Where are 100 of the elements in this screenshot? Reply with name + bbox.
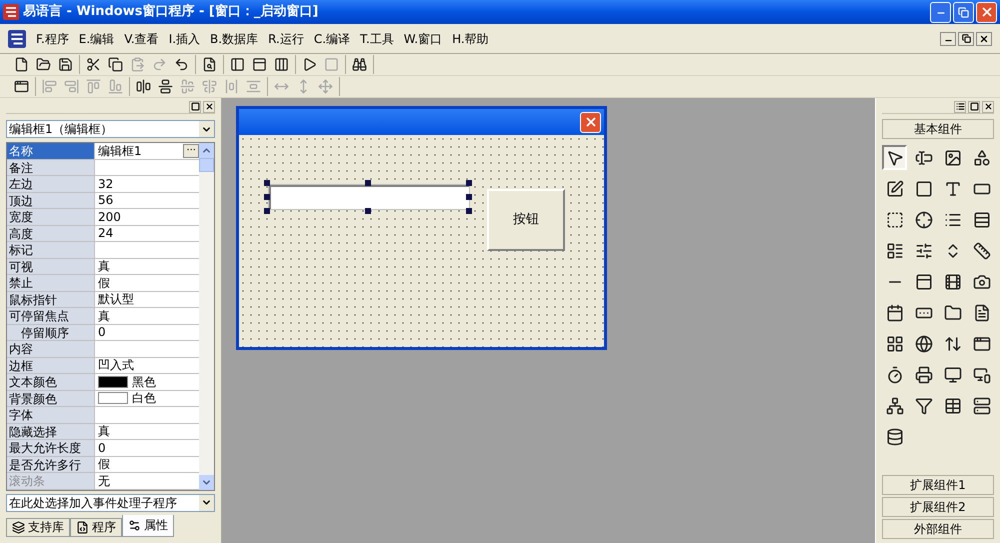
- scroll-up-icon[interactable]: [199, 143, 214, 158]
- selection-handle[interactable]: [365, 180, 371, 186]
- close-icon: [979, 34, 989, 44]
- group-button[interactable]: 基本组件: [882, 119, 994, 139]
- selection-handle[interactable]: [466, 208, 472, 214]
- panel-tab[interactable]: 程序: [70, 518, 122, 536]
- close-icon: [984, 102, 992, 111]
- property-name[interactable]: 可视: [7, 258, 95, 274]
- menu-item[interactable]: R.运行: [268, 30, 304, 48]
- menu-item[interactable]: F.程序: [36, 30, 69, 48]
- close-button[interactable]: [982, 100, 994, 112]
- property-name[interactable]: 背景颜色: [7, 390, 95, 406]
- tab-icon: [128, 518, 141, 532]
- center-horizontal-icon[interactable]: [134, 77, 153, 96]
- tab-icon: [12, 520, 25, 534]
- property-name[interactable]: 鼠标指针: [7, 292, 95, 307]
- event-select[interactable]: 在此处选择加入事件处理子程序: [6, 494, 215, 512]
- property-value: 假: [98, 456, 110, 474]
- property-value: 编辑框1: [98, 142, 142, 160]
- property-value: 真: [98, 308, 110, 325]
- property-value: 56: [98, 192, 114, 210]
- property-name[interactable]: 字体: [7, 407, 95, 422]
- selection-handle[interactable]: [365, 208, 371, 214]
- property-value: 无: [98, 472, 110, 490]
- menu-item[interactable]: E.编辑: [78, 30, 114, 48]
- close-icon: [584, 115, 598, 129]
- property-value: 真: [98, 258, 110, 276]
- maximize-icon: [190, 102, 200, 111]
- restore-icon: [962, 34, 970, 43]
- property-value: 假: [98, 274, 110, 292]
- minimize-button[interactable]: [940, 32, 956, 46]
- property-name[interactable]: 内容: [7, 341, 95, 356]
- menu-item[interactable]: B.数据库: [210, 30, 258, 48]
- selection-handle[interactable]: [264, 208, 270, 214]
- property-value: 0: [98, 440, 106, 457]
- property-name[interactable]: 名称: [7, 143, 95, 158]
- property-name[interactable]: 禁止: [7, 275, 95, 290]
- form-window[interactable]: 按钮: [236, 106, 607, 350]
- property-value: 白色: [132, 390, 156, 408]
- property-name[interactable]: 停留顺序: [7, 324, 95, 340]
- text-input[interactable]: [269, 185, 469, 209]
- scroll-down-icon[interactable]: [199, 474, 214, 490]
- group-button[interactable]: 外部组件: [882, 519, 994, 539]
- close-icon: [204, 102, 214, 111]
- form-button[interactable]: 按钮: [487, 189, 565, 251]
- close-button[interactable]: [976, 32, 992, 46]
- object-select[interactable]: 编辑框1（编辑框）: [6, 120, 215, 138]
- scroll-thumb[interactable]: [199, 158, 214, 172]
- property-name[interactable]: 标记: [7, 242, 95, 258]
- close-button[interactable]: [203, 100, 215, 112]
- maximize-button[interactable]: [968, 100, 980, 112]
- property-name[interactable]: 顶边: [7, 192, 95, 208]
- restore-icon: [958, 6, 969, 18]
- property-name[interactable]: 是否允许多行: [7, 456, 95, 472]
- property-value: 黑色: [132, 374, 156, 391]
- app-logo-icon: [3, 4, 19, 20]
- group-button[interactable]: 扩展组件2: [882, 497, 994, 517]
- maximize-button[interactable]: [189, 100, 201, 112]
- property-name[interactable]: 最大允许长度: [7, 440, 95, 456]
- menu-icon: [956, 102, 964, 111]
- selection-handle[interactable]: [264, 194, 270, 200]
- ellipsis-button[interactable]: ···: [183, 144, 199, 158]
- menu-item[interactable]: H.帮助: [452, 30, 489, 48]
- menu-item[interactable]: T.工具: [360, 30, 394, 48]
- selection-handle[interactable]: [264, 180, 270, 186]
- pointer-icon[interactable]: [882, 145, 907, 170]
- app-logo-icon: [8, 30, 26, 48]
- property-name[interactable]: 边框: [7, 358, 95, 373]
- panel-tab[interactable]: 支持库: [6, 518, 70, 536]
- menu-button[interactable]: [954, 100, 966, 112]
- center-vertical-icon[interactable]: [156, 77, 175, 96]
- property-name[interactable]: 隐藏选择: [7, 424, 95, 439]
- menu-item[interactable]: I.插入: [168, 30, 200, 48]
- menu-item[interactable]: C.编译: [314, 30, 350, 48]
- property-value: 200: [98, 208, 121, 226]
- property-value: 32: [98, 176, 114, 193]
- property-name[interactable]: 文本颜色: [7, 374, 95, 390]
- selection-handle[interactable]: [466, 194, 472, 200]
- close-icon: [980, 5, 994, 19]
- restore-button[interactable]: [958, 32, 974, 46]
- property-name[interactable]: 左边: [7, 176, 95, 192]
- property-name[interactable]: 高度: [7, 226, 95, 241]
- scrollbar[interactable]: [199, 143, 214, 490]
- group-button[interactable]: 扩展组件1: [882, 475, 994, 495]
- menu-item[interactable]: W.窗口: [404, 30, 442, 48]
- property-name[interactable]: 可停留焦点: [7, 308, 95, 324]
- property-value: 凹入式: [98, 357, 134, 374]
- property-name[interactable]: 备注: [7, 160, 95, 175]
- property-value: 真: [98, 423, 110, 440]
- maximize-icon: [970, 102, 978, 111]
- menu-item[interactable]: V.查看: [124, 30, 159, 48]
- property-value: 24: [98, 225, 114, 242]
- panel-tab[interactable]: 属性: [122, 514, 174, 536]
- property-name[interactable]: 宽度: [7, 209, 95, 224]
- selection-handle[interactable]: [466, 180, 472, 186]
- property-value: 默认型: [98, 291, 134, 308]
- tab-icon: [76, 520, 89, 534]
- window-title: 易语言 - Windows窗口程序 - [窗口：_启动窗口]: [23, 2, 318, 22]
- copy-icon[interactable]: [106, 55, 125, 74]
- property-value: 0: [98, 324, 106, 342]
